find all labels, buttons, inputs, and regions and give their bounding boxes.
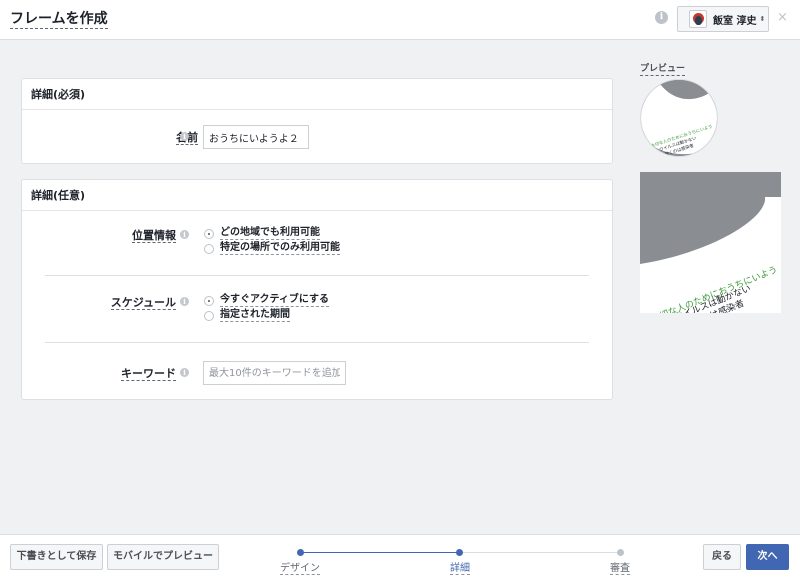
- step-dot-review: [617, 549, 624, 556]
- required-details-title: 詳細(必須): [22, 79, 612, 110]
- optional-details-panel: 詳細(任意) 位置情報 i どの地域でも利用可能 特定の場所でのみ利用可能 スケ…: [21, 179, 613, 400]
- radio-unchecked-icon[interactable]: [204, 310, 214, 321]
- avatar: [689, 10, 707, 28]
- schedule-label: スケジュール: [110, 296, 176, 310]
- frame-overlay-graphic: 大切な人のためにおうちにいよう ウイルスは動かない 動くのは感染者: [640, 197, 781, 313]
- optional-details-title: 詳細(任意): [22, 180, 612, 211]
- account-switcher-button[interactable]: 飯室 淳史 ⬍: [677, 6, 769, 32]
- header-bar: フレームを作成 i 飯室 淳史 ⬍ ×: [0, 0, 800, 40]
- keyword-info-icon[interactable]: i: [180, 368, 189, 377]
- schedule-option-period[interactable]: 指定された期間: [204, 309, 290, 322]
- name-info-icon[interactable]: i: [180, 132, 189, 141]
- progress-line-pending: [459, 552, 620, 553]
- divider: [45, 342, 589, 343]
- location-option-specific[interactable]: 特定の場所でのみ利用可能: [204, 242, 340, 255]
- step-details[interactable]: 詳細: [430, 559, 490, 575]
- info-icon[interactable]: i: [655, 11, 668, 24]
- chevron-updown-icon: ⬍: [759, 15, 766, 23]
- location-info-icon[interactable]: i: [180, 230, 189, 239]
- mobile-preview-button[interactable]: モバイルでプレビュー: [107, 544, 219, 570]
- progress-line-complete: [300, 552, 459, 553]
- keyword-input[interactable]: [203, 361, 346, 385]
- step-dot-design: [297, 549, 304, 556]
- preview-circle-thumbnail: 大切な人のためにおうちにいよう ウイルスは動かない 動くのは感染者: [640, 79, 718, 157]
- divider: [45, 275, 589, 276]
- location-option-anywhere[interactable]: どの地域でも利用可能: [204, 227, 320, 240]
- account-name: 飯室 淳史: [713, 15, 757, 27]
- frame-overlay-graphic: 大切な人のためにおうちにいよう ウイルスは動かない 動くのは感染者: [641, 80, 717, 156]
- step-review[interactable]: 審査: [590, 559, 650, 575]
- location-label: 位置情報: [132, 229, 176, 243]
- radio-checked-icon[interactable]: [204, 228, 214, 239]
- save-draft-button[interactable]: 下書きとして保存: [10, 544, 103, 570]
- required-details-panel: 詳細(必須) 名前 i: [21, 78, 613, 164]
- name-input[interactable]: [203, 125, 309, 149]
- schedule-info-icon[interactable]: i: [180, 297, 189, 306]
- keyword-label: キーワード: [121, 367, 176, 381]
- preview-label: プレビュー: [640, 64, 686, 76]
- close-icon[interactable]: ×: [777, 10, 788, 25]
- step-dot-details: [456, 549, 463, 556]
- preview-square-thumbnail: 大切な人のためにおうちにいよう ウイルスは動かない 動くのは感染者: [640, 172, 781, 313]
- radio-checked-icon[interactable]: [204, 295, 214, 306]
- page-title: フレームを作成: [10, 11, 108, 29]
- step-design[interactable]: デザイン: [270, 559, 330, 575]
- footer-bar: 下書きとして保存 モバイルでプレビュー デザイン 詳細 審査 戻る 次へ: [0, 534, 800, 577]
- back-button[interactable]: 戻る: [703, 544, 741, 570]
- radio-unchecked-icon[interactable]: [204, 243, 214, 254]
- schedule-option-now[interactable]: 今すぐアクティブにする: [204, 294, 329, 307]
- next-button[interactable]: 次へ: [746, 544, 789, 570]
